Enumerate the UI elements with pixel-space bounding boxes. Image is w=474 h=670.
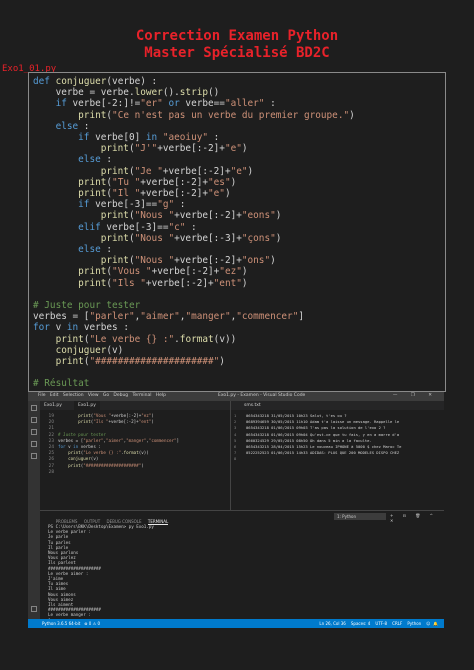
tab-sms[interactable]: sms.txt xyxy=(240,401,265,410)
window-controls[interactable]: — ❐ ✕ xyxy=(393,393,438,398)
editor-line: print("Ils "+verbe[:-2]+"ent") xyxy=(78,419,154,425)
code-listing: def conjuguer(verbe) : verbe = verbe.low… xyxy=(28,72,446,392)
code-line: verbe = verbe.lower().strip() xyxy=(33,87,220,99)
terminal-output[interactable]: PS C:\Users\BKK\Desktop\Examen> py Exo1.… xyxy=(48,524,154,628)
tab-exo1-b[interactable]: Exo1.py xyxy=(74,401,100,410)
line-number: 21 xyxy=(48,425,54,431)
line-gutter: 19 20 21 22 23 24 25 26 27 28 xyxy=(40,410,56,510)
editor-tabs: Exo1.py Exo1.py sms.txt xyxy=(40,401,444,410)
line-number: 23 xyxy=(48,437,54,443)
code-line: print("#####################") xyxy=(55,356,225,367)
line-number: 19 xyxy=(48,413,54,418)
code-line: if verbe[-3]=="g" : xyxy=(78,199,186,211)
activity-bar xyxy=(28,401,40,619)
code-line: # Juste pour tester xyxy=(33,300,141,311)
search-icon[interactable] xyxy=(31,417,37,423)
bottom-panel: PROBLEMS OUTPUT DEBUG CONSOLE TERMINAL 1… xyxy=(40,510,444,628)
editor-line: print("Le verbe {} :".format(v)) xyxy=(68,450,149,456)
debug-icon[interactable] xyxy=(31,441,37,447)
line-number: 26 xyxy=(48,456,54,462)
line-number: 4 xyxy=(234,431,237,437)
sms-line: 0522252523 01/06/2015 14h33 ADIDAS: PLUS… xyxy=(246,450,400,456)
line-number: 1 xyxy=(234,413,237,418)
explorer-icon[interactable] xyxy=(31,405,37,411)
title-bar: File Edit Selection View Go Debug Termin… xyxy=(28,392,444,401)
code-line: print("Nous "+verbe[:-2]+"eons") xyxy=(100,210,282,222)
editor-line: print("#####################") xyxy=(68,462,144,468)
status-left[interactable]: Python 3.6.5 64-bit ⊗ 0 ⚠ 0 xyxy=(42,621,100,626)
line-number: 7 xyxy=(234,450,237,456)
line-number: 2 xyxy=(234,419,237,425)
code-line: conjuguer(v) xyxy=(55,344,124,356)
code-line: verbes = ["parler","aimer","manger","com… xyxy=(33,311,304,323)
editor-pane[interactable]: print("Vous "+verbe[:-2]+"ez") print("Il… xyxy=(58,410,238,510)
menu-bar[interactable]: File Edit Selection View Go Debug Termin… xyxy=(38,393,166,398)
page-title-line2: Master Spécialisé BD2C xyxy=(144,45,330,61)
code-line: if verbe[0] in "aeoiuy" : xyxy=(78,132,220,143)
editor-line: conjuguer(v) xyxy=(68,456,99,462)
tab-exo1-a[interactable]: Exo1.py xyxy=(40,401,66,410)
page-title-line1: Correction Examen Python xyxy=(135,28,339,44)
code-line: print("Je "+verbe[:-2]+"e") xyxy=(100,165,254,177)
code-line: print("Vous "+verbe[:-2]+"ez") xyxy=(78,266,248,278)
code-line: print("Il "+verbe[:-2]+"e") xyxy=(78,188,231,199)
code-line: for v in verbes : xyxy=(33,322,129,334)
editor-line: verbes = ["parler","aimer","manger","com… xyxy=(58,437,180,443)
sms-line: 0654343218 01/06/2015 09h04 Qu'est-ce qu… xyxy=(246,431,400,437)
code-line: print("Nous "+verbe[:-3]+"çons") xyxy=(100,232,282,244)
code-line: else : xyxy=(78,154,113,166)
code-line: # Résultat xyxy=(33,378,90,390)
line-number: 5 xyxy=(234,437,237,443)
line-number: 6 xyxy=(234,444,237,449)
sms-line: 0654343218 01/06/2015 09h03 T'as pas la … xyxy=(246,425,386,431)
panel-actions[interactable]: + ⊟ 🗑 ^ ✕ xyxy=(390,513,444,523)
extensions-icon[interactable] xyxy=(31,453,37,459)
code-line: else : xyxy=(78,244,113,255)
window-title: Exo1.py - Examen - Visual Studio Code xyxy=(218,393,306,398)
line-number: 25 xyxy=(48,450,54,456)
line-number: 20 xyxy=(48,419,54,425)
terminal-select[interactable]: 1: Python xyxy=(334,513,386,520)
code-line: print("J'"+verbe[:-2]+"e") xyxy=(100,143,248,155)
sms-line: 0689394659 30/05/2015 11h10 Adam t'a lai… xyxy=(246,419,400,425)
code-line: if verbe[-2:]!="er" or verbe=="aller" : xyxy=(55,98,276,110)
code-line: print("Ce n'est pas un verbe du premier … xyxy=(78,109,355,121)
sms-editor-pane[interactable]: 1 0654343218 31/05/2015 10h23 Salut, t'es… xyxy=(232,410,444,510)
line-number: 27 xyxy=(48,462,54,468)
line-number: 24 xyxy=(48,444,54,449)
editor-line: # Juste pour tester xyxy=(58,431,106,437)
code-line: print("Le verbe {} :".format(v)) xyxy=(55,333,237,345)
sms-line: 0654343218 31/05/2015 10h23 Salut, t'es … xyxy=(246,413,347,418)
sms-line: 0660324529 29/05/2015 08h50 Oh dans 5 mi… xyxy=(246,437,372,443)
split-divider[interactable] xyxy=(230,401,231,511)
code-line: print("Tu "+verbe[:-2]+"es") xyxy=(78,176,237,188)
status-right[interactable]: Ln 26, Col 36 Spaces: 4 UTF-8 CRLF Pytho… xyxy=(319,621,438,626)
line-number: 28 xyxy=(48,468,54,474)
gear-icon[interactable] xyxy=(31,606,37,612)
code-line: else : xyxy=(55,120,90,132)
editor-line: for v in verbes : xyxy=(58,444,101,449)
code-line: def conjuguer(verbe) : xyxy=(33,76,158,87)
code-line: print("Ils "+verbe[:-2]+"ent") xyxy=(78,277,248,289)
code-line: print("Nous "+verbe[:-2]+"ons") xyxy=(100,255,276,267)
status-bar: Python 3.6.5 64-bit ⊗ 0 ⚠ 0 Ln 26, Col 3… xyxy=(28,619,444,628)
line-number: 22 xyxy=(48,431,54,437)
code-line: elif verbe[-3]=="c" : xyxy=(78,221,197,233)
editor-line: print("Vous "+verbe[:-2]+"ez") xyxy=(78,413,154,418)
line-number: 3 xyxy=(234,425,237,431)
line-number: 8 xyxy=(234,456,237,462)
sms-line: 0654343215 28/04/2015 15h23 Le nouveau I… xyxy=(246,444,402,449)
vscode-screenshot: File Edit Selection View Go Debug Termin… xyxy=(28,392,444,628)
source-control-icon[interactable] xyxy=(31,429,37,435)
